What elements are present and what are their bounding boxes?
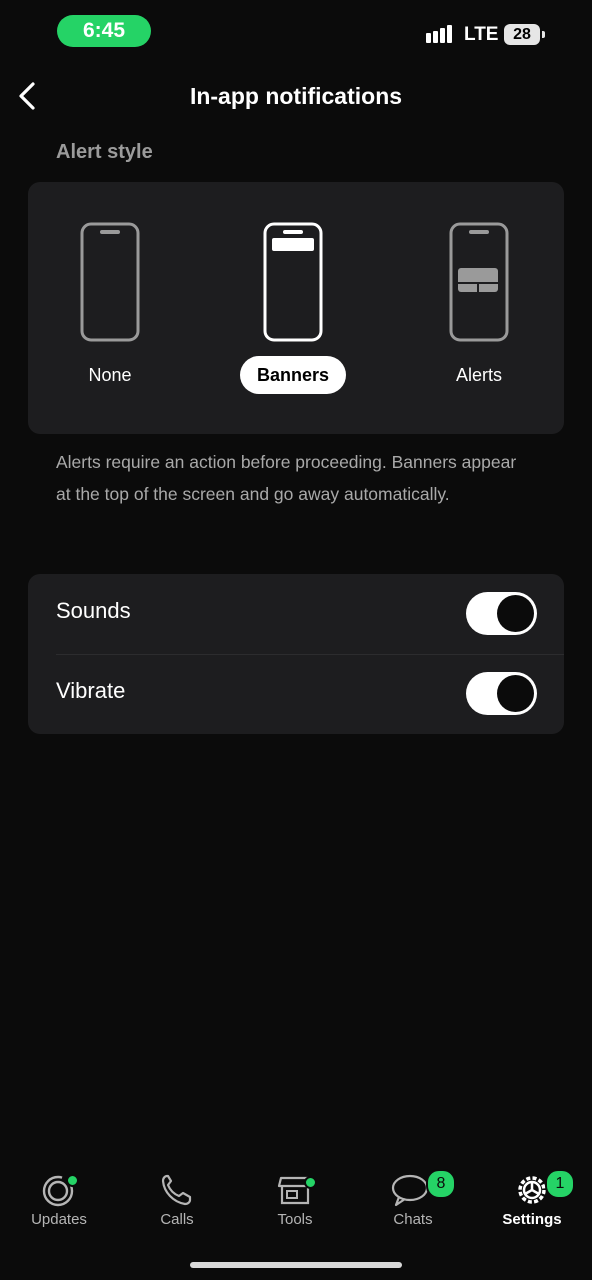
- battery-indicator: 28: [504, 24, 545, 45]
- settings-row-sounds: Sounds: [28, 574, 564, 655]
- alert-option-label: None: [88, 365, 132, 385]
- section-label-alert-style: Alert style: [56, 141, 153, 163]
- tab-label: Updates: [31, 1211, 87, 1228]
- alert-option-label: Banners: [239, 356, 347, 394]
- row-label: Sounds: [56, 598, 131, 623]
- tools-dot: [304, 1176, 317, 1189]
- alert-option-label: Alerts: [455, 365, 502, 385]
- vibrate-toggle[interactable]: [466, 672, 537, 715]
- page-title: In-app notifications: [189, 83, 403, 109]
- alert-option-banners[interactable]: Banners: [223, 222, 363, 394]
- chats-badge: 8: [426, 1169, 456, 1199]
- phone-banner-icon: [263, 222, 323, 342]
- network-label: LTE: [464, 24, 499, 45]
- alert-style-card: None Banners Alerts: [28, 182, 564, 434]
- tab-label: Calls: [160, 1211, 194, 1228]
- settings-row-vibrate: Vibrate: [28, 654, 564, 734]
- toggle-knob: [497, 675, 534, 712]
- row-label: Vibrate: [56, 678, 126, 703]
- settings-badge: 1: [545, 1169, 575, 1199]
- tab-settings[interactable]: 1 Settings: [477, 1169, 587, 1228]
- updates-dot: [66, 1174, 79, 1187]
- phone-alert-icon: [449, 222, 509, 342]
- alert-option-alerts[interactable]: Alerts: [409, 222, 549, 394]
- sounds-toggle[interactable]: [466, 592, 537, 635]
- toggle-knob: [497, 595, 534, 632]
- tab-label: Chats: [393, 1211, 433, 1228]
- tab-label: Tools: [277, 1211, 313, 1228]
- tab-label: Settings: [502, 1211, 562, 1228]
- tab-chats[interactable]: 8 Chats: [358, 1169, 468, 1228]
- sound-settings-card: Sounds Vibrate: [28, 574, 564, 734]
- tab-updates[interactable]: Updates: [4, 1172, 114, 1228]
- status-time: 6:45: [57, 15, 151, 47]
- tab-tools[interactable]: Tools: [240, 1172, 350, 1228]
- alert-style-description: Alerts require an action before proceedi…: [56, 452, 517, 504]
- phone-none-icon: [80, 222, 140, 342]
- home-indicator: [190, 1262, 402, 1268]
- alert-option-none[interactable]: None: [40, 222, 180, 394]
- phone-icon: [161, 1174, 192, 1206]
- signal-icon: [426, 25, 456, 45]
- tab-calls[interactable]: Calls: [122, 1172, 232, 1228]
